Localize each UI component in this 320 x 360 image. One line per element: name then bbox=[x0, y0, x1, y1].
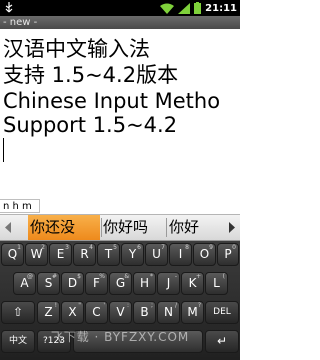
triangle-right-icon[interactable] bbox=[226, 215, 238, 240]
key-x[interactable]: X " bbox=[61, 301, 84, 324]
signal-icon bbox=[178, 2, 191, 14]
candidate-item[interactable]: 你还没 bbox=[28, 215, 100, 240]
key-l[interactable]: L( bbox=[205, 272, 228, 295]
key-j[interactable]: J- bbox=[157, 272, 180, 295]
key-y[interactable]: Y6 bbox=[121, 243, 144, 266]
key-i[interactable]: I8 bbox=[169, 243, 192, 266]
editor-line: Support 1.5~4.2 bbox=[3, 113, 178, 137]
triangle-left-icon[interactable] bbox=[2, 215, 14, 240]
key-h[interactable]: H * bbox=[133, 272, 156, 295]
key-r[interactable]: R4 bbox=[73, 243, 96, 266]
status-bar: 21:11 bbox=[0, 0, 240, 16]
key-f[interactable]: F% bbox=[85, 272, 108, 295]
key-a[interactable]: A @ bbox=[13, 272, 36, 295]
key-e[interactable]: E3 bbox=[49, 243, 72, 266]
composing-text: n h m bbox=[0, 199, 40, 213]
key-g[interactable]: G & bbox=[109, 272, 132, 295]
wifi-icon bbox=[160, 3, 175, 14]
key-t[interactable]: T5 bbox=[97, 243, 120, 266]
shift-key[interactable]: ⇧ bbox=[1, 301, 35, 324]
watermark-text: 飞下载 · BYFZXY.COM bbox=[50, 330, 190, 344]
battery-icon bbox=[194, 2, 202, 14]
status-time: 21:11 bbox=[205, 2, 237, 14]
key-q[interactable]: Q1 bbox=[1, 243, 24, 266]
editor-line: 汉语中文输入法 bbox=[3, 37, 150, 61]
editor-line: 支持 1.5~4.2版本 bbox=[3, 63, 179, 87]
key-n[interactable]: N / bbox=[157, 301, 180, 324]
key-z[interactable]: Z! bbox=[37, 301, 60, 324]
key-s[interactable]: S # bbox=[37, 272, 60, 295]
candidate-item[interactable]: 你好吗 bbox=[101, 215, 165, 240]
key-d[interactable]: D $ bbox=[61, 272, 84, 295]
status-right: 21:11 bbox=[160, 0, 237, 16]
key-c[interactable]: C ' bbox=[85, 301, 108, 324]
key-p[interactable]: P0 bbox=[217, 243, 239, 266]
key-u[interactable]: U7 bbox=[145, 243, 168, 266]
key-v[interactable]: V: bbox=[109, 301, 132, 324]
usb-icon bbox=[5, 2, 13, 13]
delete-key[interactable]: DEL bbox=[205, 301, 239, 324]
key-w[interactable]: W2 bbox=[25, 243, 48, 266]
app-title-bar: - new - bbox=[0, 16, 240, 29]
editor-line: Chinese Input Metho bbox=[3, 89, 221, 113]
app-title: - new - bbox=[3, 17, 38, 28]
text-cursor bbox=[3, 138, 4, 162]
key-m[interactable]: M? bbox=[181, 301, 204, 324]
candidate-item[interactable]: 你好 bbox=[167, 215, 215, 240]
candidate-bar: 你还没 你好吗 你好 bbox=[0, 214, 240, 241]
key-k[interactable]: K + bbox=[181, 272, 204, 295]
key-o[interactable]: O9 bbox=[193, 243, 216, 266]
text-editor[interactable]: 汉语中文输入法 支持 1.5~4.2版本 Chinese Input Metho… bbox=[0, 29, 240, 199]
key-b[interactable]: B; bbox=[133, 301, 156, 324]
